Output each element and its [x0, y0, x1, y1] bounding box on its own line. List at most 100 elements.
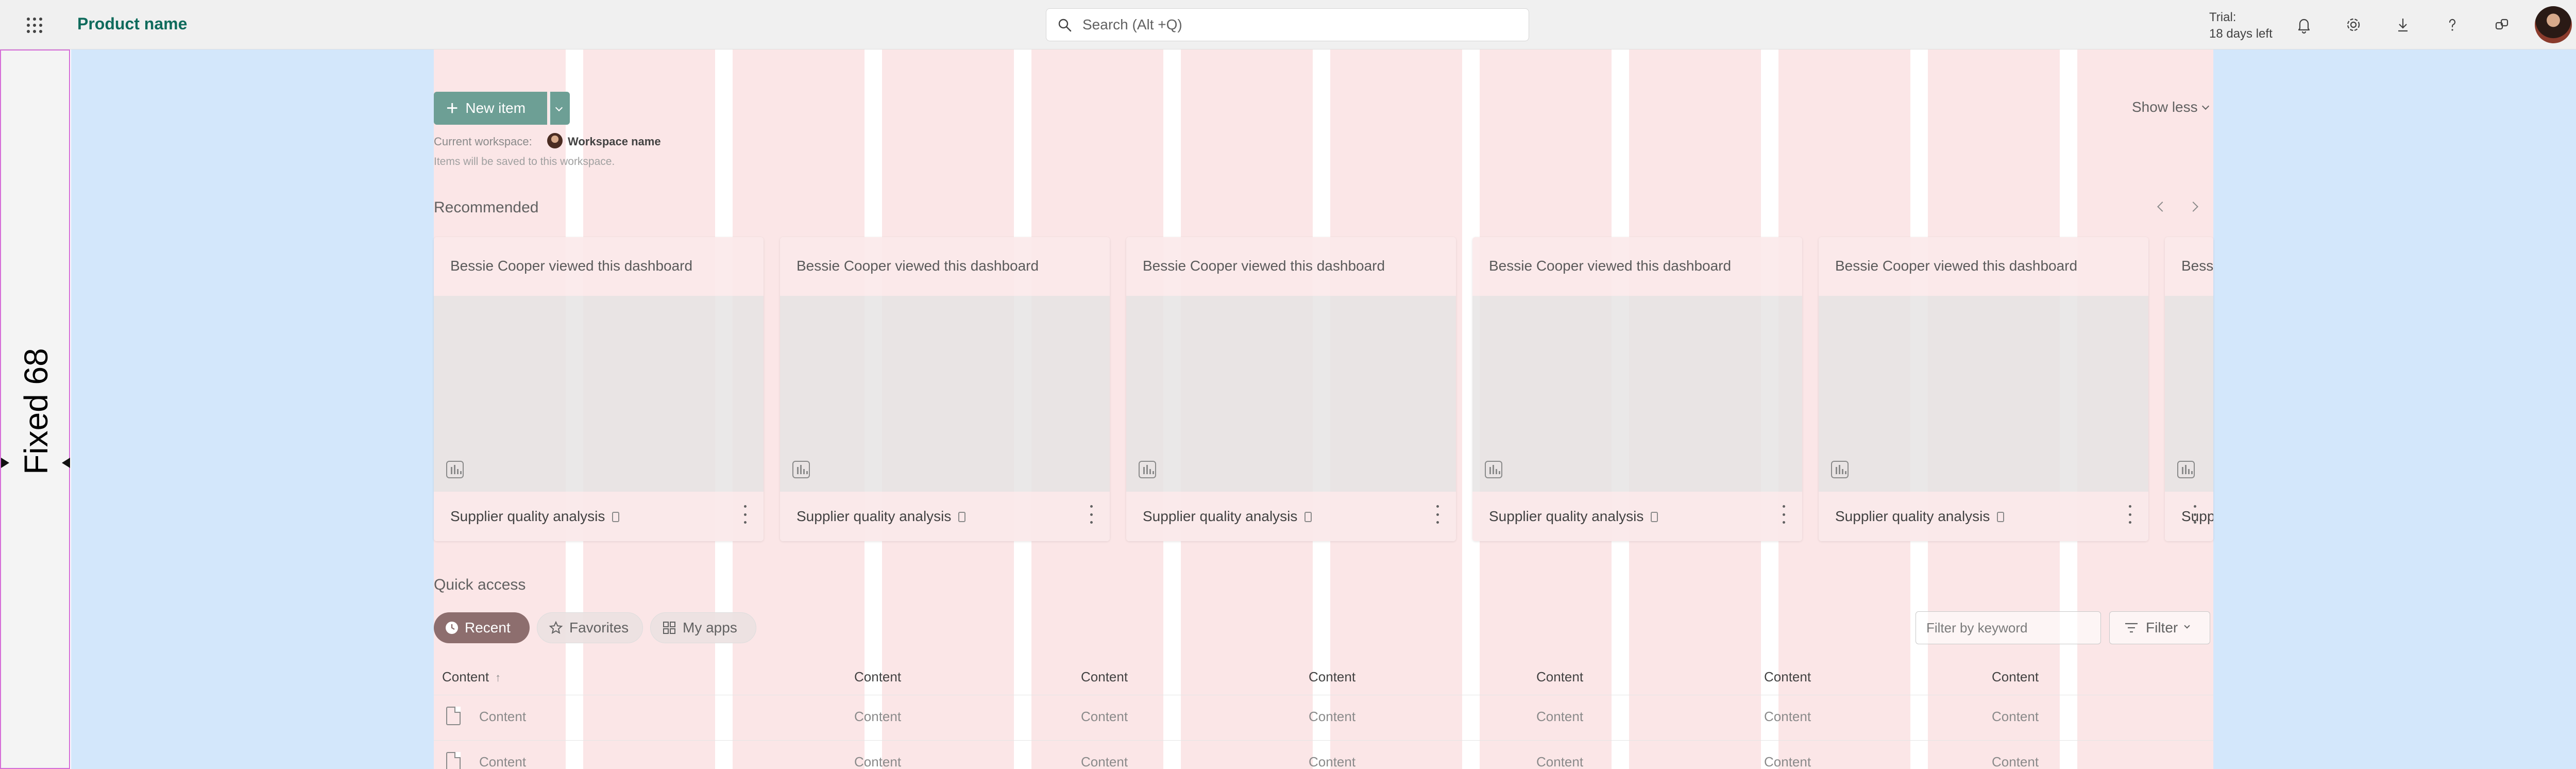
table-cell: Content: [854, 754, 902, 769]
filter-button[interactable]: Filter: [2109, 611, 2210, 644]
chart-icon: [1831, 461, 1849, 478]
carousel-next-icon[interactable]: [2188, 200, 2201, 213]
card-thumbnail: [1126, 296, 1456, 492]
table-row[interactable]: Content Content Content Content Content …: [434, 695, 2213, 740]
card-title-wrap: Supplier quality analysis: [2181, 508, 2213, 525]
card-thumbnail: [2165, 296, 2213, 492]
apps-icon: [663, 622, 675, 634]
card-header: Bessie Cooper viewed this dashboard: [1819, 237, 2148, 296]
card-activity: Bessie Cooper viewed this dashboard: [796, 258, 1039, 274]
card-header: Bessie Cooper viewed this dashboard: [2165, 237, 2213, 296]
more-options-icon[interactable]: [2128, 505, 2132, 524]
card-thumbnail: [434, 296, 764, 492]
card-footer: Supplier quality analysis: [1126, 492, 1456, 541]
card-title: Supplier quality analysis: [450, 508, 605, 524]
clock-icon: [446, 622, 458, 634]
table-cell: Content: [479, 754, 527, 769]
more-options-icon[interactable]: [743, 505, 747, 524]
recommended-card[interactable]: Bessie Cooper viewed this dashboard Suppl…: [1126, 237, 1456, 541]
recent-tab[interactable]: Recent: [434, 612, 530, 643]
card-header: Bessie Cooper viewed this dashboard: [780, 237, 1110, 296]
table-cell: Content: [1081, 754, 1128, 769]
show-less-button[interactable]: Show less: [2132, 99, 2208, 115]
quick-access-title: Quick access: [434, 576, 526, 593]
recommended-title: Recommended: [434, 199, 539, 216]
column-header[interactable]: Content: [1764, 669, 1811, 685]
card-footer: Supplier quality analysis: [1472, 492, 1802, 541]
sensitivity-icon: [612, 512, 620, 522]
more-options-icon[interactable]: [2193, 505, 2197, 524]
document-icon: [446, 752, 461, 769]
table-row[interactable]: Content Content Content Content Content …: [434, 740, 2213, 769]
recommended-card[interactable]: Bessie Cooper viewed this dashboard Suppl…: [434, 237, 764, 541]
chart-icon: [792, 461, 810, 478]
column-header[interactable]: Content: [1536, 669, 1583, 685]
table-cell: Content: [1764, 709, 1811, 724]
table-cell: Content: [1992, 709, 2039, 724]
chart-icon: [1485, 461, 1502, 478]
carousel-prev-icon[interactable]: [2154, 200, 2167, 213]
workspace-save-note: Items will be saved to this workspace.: [434, 156, 615, 168]
recommended-card[interactable]: Bessie Cooper viewed this dashboard Suppl…: [1472, 237, 1802, 541]
filter-label: Filter: [2146, 620, 2178, 636]
plus-icon: +: [446, 97, 459, 120]
card-title-wrap: Supplier quality analysis: [1143, 508, 1312, 525]
table-cell: Content: [479, 709, 527, 724]
chart-icon: [1139, 461, 1156, 478]
chart-icon: [2177, 461, 2195, 478]
sensitivity-icon: [958, 512, 966, 522]
card-footer: Supplier quality analysis: [2165, 492, 2213, 541]
my-apps-tab-label: My apps: [683, 620, 737, 636]
favorites-tab-label: Favorites: [569, 620, 629, 636]
table-cell: Content: [1081, 709, 1128, 724]
column-header-content[interactable]: Content ↑: [442, 669, 501, 685]
card-header: Bessie Cooper viewed this dashboard: [1472, 237, 1802, 296]
card-header: Bessie Cooper viewed this dashboard: [1126, 237, 1456, 296]
table-cell: Content: [1309, 709, 1356, 724]
card-title: Supplier quality analysis: [1143, 508, 1298, 524]
card-thumbnail: [1472, 296, 1802, 492]
chevron-down-icon: [2184, 623, 2190, 629]
sensitivity-icon: [1304, 512, 1312, 522]
card-footer: Supplier quality analysis: [434, 492, 764, 541]
favorites-tab[interactable]: Favorites: [537, 612, 643, 643]
table-cell: Content: [854, 709, 902, 724]
star-icon: [549, 621, 563, 634]
card-thumbnail: [1819, 296, 2148, 492]
card-title-wrap: Supplier quality analysis: [450, 508, 620, 525]
table-cell: Content: [1764, 754, 1811, 769]
card-activity: Bessie Cooper viewed this dashboard: [1143, 258, 1385, 274]
sort-up-icon: ↑: [495, 671, 501, 684]
filter-icon: [2125, 623, 2138, 633]
recommended-card[interactable]: Bessie Cooper viewed this dashboard Suppl…: [780, 237, 1110, 541]
workspace-name[interactable]: Workspace name: [568, 135, 661, 148]
card-title-wrap: Supplier quality analysis: [1835, 508, 2005, 525]
card-activity: Bessie Cooper viewed this dashboard: [450, 258, 693, 274]
filter-keyword-input[interactable]: [1916, 611, 2101, 644]
column-header[interactable]: Content: [1992, 669, 2039, 685]
card-thumbnail: [780, 296, 1110, 492]
recommended-card[interactable]: Bessie Cooper viewed this dashboard Suppl…: [1819, 237, 2148, 541]
chart-icon: [446, 461, 464, 478]
sensitivity-icon: [1651, 512, 1658, 522]
more-options-icon[interactable]: [1089, 505, 1093, 524]
new-item-dropdown-button[interactable]: [549, 92, 570, 125]
column-header[interactable]: Content: [1081, 669, 1128, 685]
document-icon: [446, 707, 461, 725]
new-item-label: New item: [465, 100, 526, 116]
table-cell: Content: [1992, 754, 2039, 769]
card-title-wrap: Supplier quality analysis: [1489, 508, 1658, 525]
card-footer: Supplier quality analysis: [780, 492, 1110, 541]
card-activity: Bessie Cooper viewed this dashboard: [1835, 258, 2078, 274]
more-options-icon[interactable]: [1435, 505, 1439, 524]
column-header[interactable]: Content: [854, 669, 901, 685]
recommended-card[interactable]: Bessie Cooper viewed this dashboard Suppl…: [2165, 237, 2213, 541]
column-header-label: Content: [442, 669, 489, 684]
my-apps-tab[interactable]: My apps: [650, 612, 756, 643]
table-cell: Content: [1536, 709, 1584, 724]
new-item-button[interactable]: + New item: [434, 92, 547, 125]
card-activity: Bessie Cooper viewed this dashboard: [2181, 258, 2213, 274]
card-activity: Bessie Cooper viewed this dashboard: [1489, 258, 1732, 274]
column-header[interactable]: Content: [1309, 669, 1355, 685]
more-options-icon[interactable]: [1782, 505, 1786, 524]
